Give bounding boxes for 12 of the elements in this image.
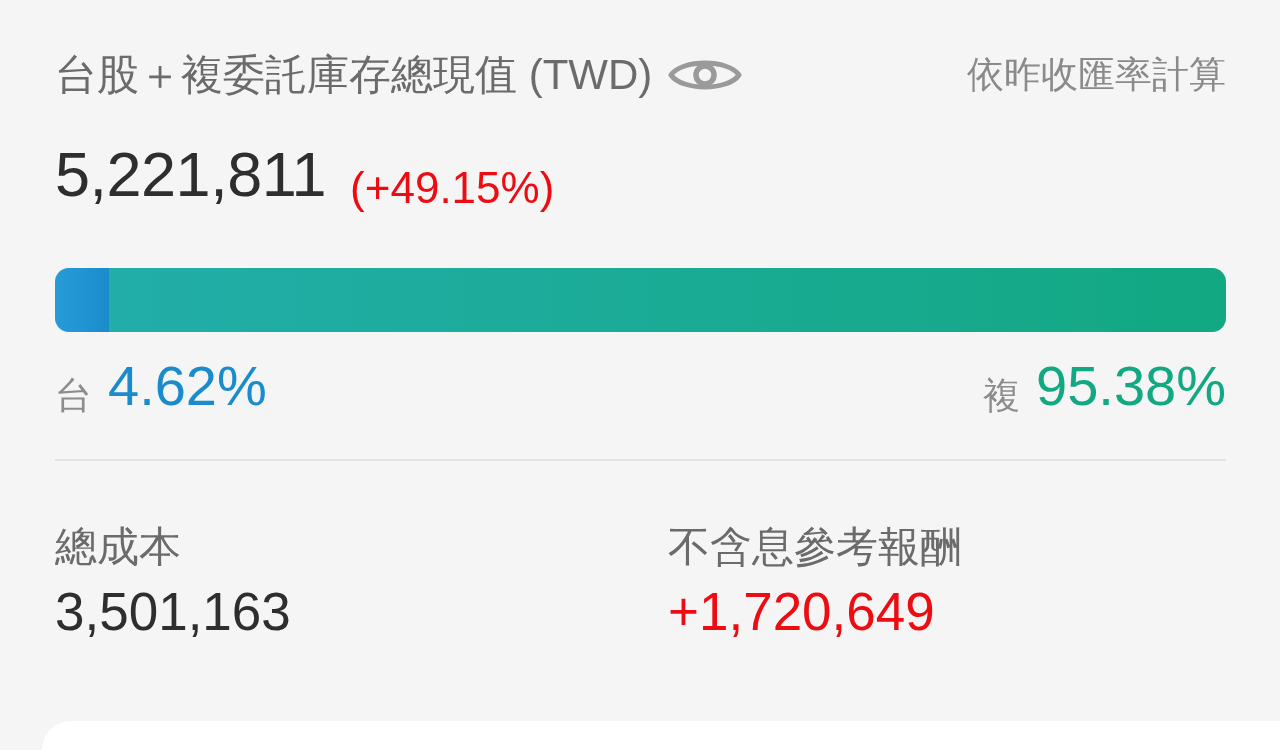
total-change-percent: (+49.15%) (350, 166, 555, 211)
segment-percent: 4.62% (108, 358, 267, 415)
segment-label: 台 (55, 377, 92, 415)
portfolio-title: 台股＋複委託庫存總現值 (TWD) (55, 50, 653, 100)
summary-label: 總成本 (55, 522, 182, 573)
summary-label: 不含息參考報酬 (668, 522, 963, 573)
exchange-rate-note: 依昨收匯率計算 (967, 53, 1226, 97)
total-value: 5,221,811 (55, 143, 327, 207)
segment-percent: 95.38% (1036, 358, 1226, 415)
summary-value: 3,501,163 (55, 582, 292, 642)
segment-label: 複 (983, 377, 1021, 415)
summary-value: +1,720,649 (668, 582, 936, 642)
